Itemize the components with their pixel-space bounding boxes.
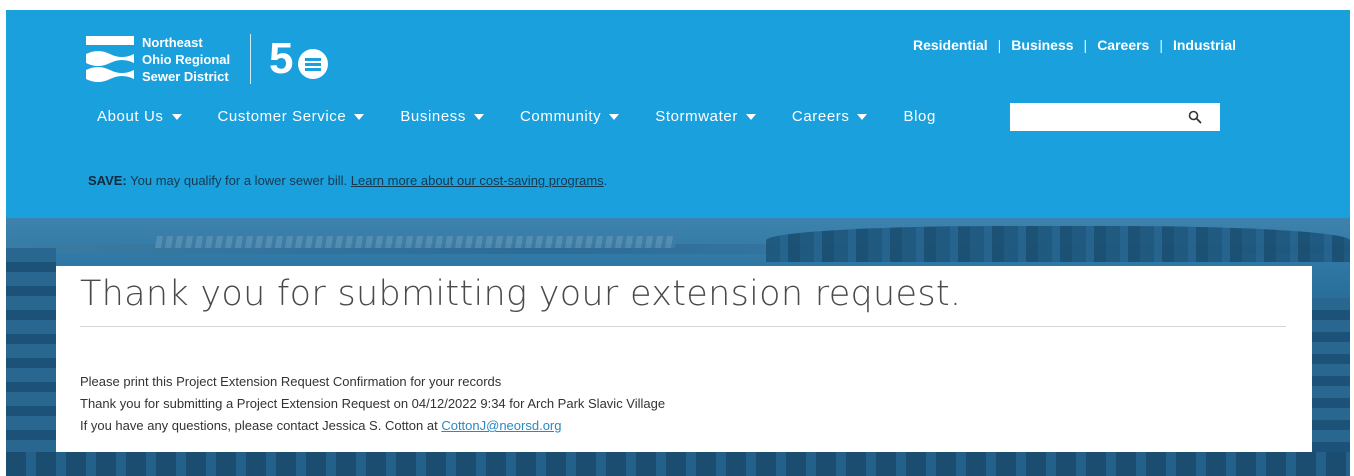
nav-blog[interactable]: Blog	[903, 108, 935, 125]
search-box	[1010, 103, 1220, 131]
caret-down-icon	[354, 113, 365, 120]
nav-label: Business	[400, 108, 466, 125]
confirmation-line-2: Thank you for submitting a Project Exten…	[80, 396, 666, 411]
caret-down-icon	[857, 113, 868, 120]
nav-business[interactable]: Business	[400, 108, 484, 125]
utility-separator: |	[1083, 37, 1088, 53]
photo-bottom-structure	[6, 452, 1350, 476]
utility-separator: |	[1159, 37, 1163, 53]
utility-link-business[interactable]: Business	[1011, 37, 1073, 53]
nav-label: About Us	[97, 108, 164, 125]
wave-logo-icon	[86, 36, 134, 82]
photo-trees	[766, 226, 1350, 262]
nav-label: Careers	[791, 108, 850, 125]
nav-stormwater[interactable]: Stormwater	[655, 108, 756, 125]
site-header: Northeast Ohio Regional Sewer District 5…	[6, 10, 1350, 218]
utility-nav: Residential | Business | Careers | Indus…	[913, 37, 1236, 53]
logo-line-2: Ohio Regional	[142, 51, 231, 67]
anniversary-50-icon: 5	[269, 34, 329, 83]
contact-email-link[interactable]: CottonJ@neorsd.org	[441, 418, 561, 433]
title-divider	[80, 326, 1286, 327]
cost-saving-programs-link[interactable]: Learn more about our cost-saving program…	[351, 173, 604, 188]
page-frame: Northeast Ohio Regional Sewer District 5…	[6, 10, 1350, 476]
search-icon[interactable]	[1188, 110, 1202, 124]
caret-down-icon	[745, 113, 756, 120]
confirmation-card: Thank you for submitting your extension …	[56, 266, 1312, 452]
save-banner: SAVE: You may qualify for a lower sewer …	[88, 173, 607, 188]
logo-divider	[250, 34, 252, 84]
photo-pier	[154, 236, 678, 248]
caret-down-icon	[473, 113, 484, 120]
nav-label: Stormwater	[655, 108, 738, 125]
save-text: You may qualify for a lower sewer bill.	[126, 173, 351, 188]
nav-careers[interactable]: Careers	[792, 108, 868, 125]
search-input[interactable]	[1010, 103, 1180, 131]
confirmation-line-3: If you have any questions, please contac…	[80, 415, 665, 437]
confirmation-body: Please print this Project Extension Requ…	[80, 371, 665, 437]
utility-separator: |	[997, 37, 1002, 53]
logo-line-3: Sewer District	[142, 68, 229, 84]
anniversary-badge: 5	[269, 33, 333, 85]
logo-text: Northeast Ohio Regional Sewer District	[142, 34, 230, 85]
confirmation-line-1: Please print this Project Extension Requ…	[80, 374, 502, 389]
nav-label: Community	[519, 108, 602, 125]
nav-about-us[interactable]: About Us	[97, 108, 182, 125]
logo-line-1: Northeast	[142, 34, 203, 50]
site-logo[interactable]: Northeast Ohio Regional Sewer District 5	[86, 32, 333, 86]
caret-down-icon	[171, 113, 182, 120]
nav-label: Customer Service	[217, 108, 347, 125]
save-label: SAVE:	[88, 173, 127, 188]
utility-link-residential[interactable]: Residential	[913, 37, 988, 53]
main-nav: About Us Customer Service Business Commu…	[97, 108, 946, 125]
nav-community[interactable]: Community	[519, 108, 620, 125]
utility-link-industrial[interactable]: Industrial	[1173, 37, 1236, 53]
svg-text:5: 5	[269, 34, 293, 83]
photo-left-structure	[6, 248, 56, 476]
save-suffix: .	[603, 173, 608, 188]
nav-customer-service[interactable]: Customer Service	[218, 108, 365, 125]
caret-down-icon	[609, 113, 620, 120]
contact-text: If you have any questions, please contac…	[80, 418, 442, 433]
utility-link-careers[interactable]: Careers	[1097, 37, 1149, 53]
confirmation-title: Thank you for submitting your extension …	[80, 274, 962, 314]
